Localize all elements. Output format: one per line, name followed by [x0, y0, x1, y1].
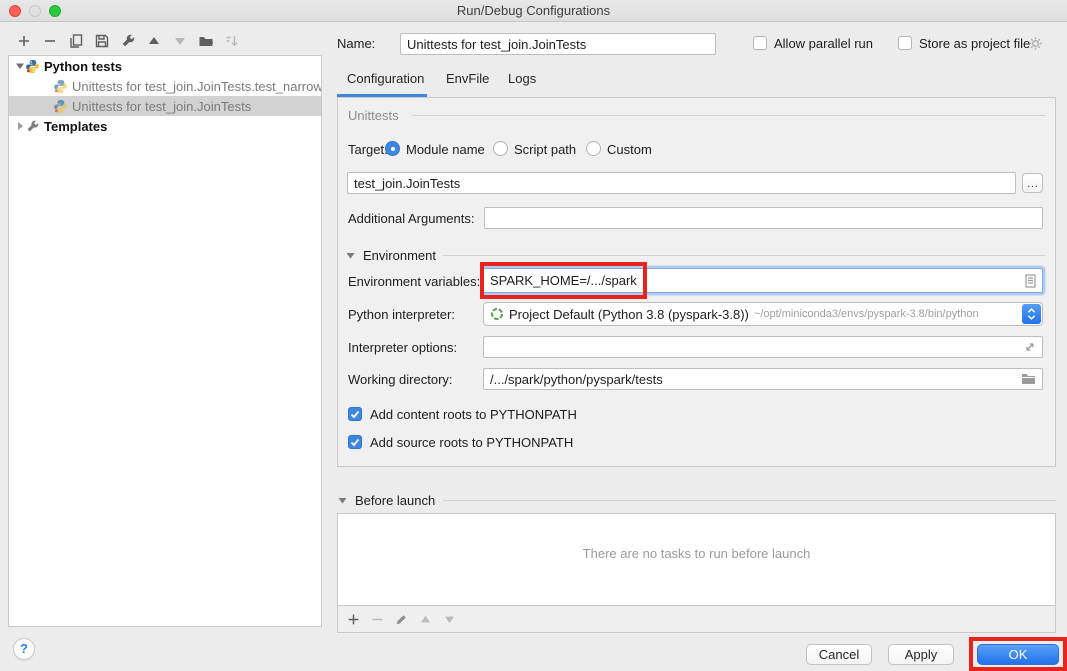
- tree-item-test-narrow[interactable]: Unittests for test_join.JoinTests.test_n…: [9, 76, 321, 96]
- tree-item-label: Unittests for test_join.JoinTests.test_n…: [72, 79, 321, 94]
- environment-variables-label: Environment variables:: [348, 274, 480, 289]
- python-interpreter-label: Python interpreter:: [348, 307, 455, 322]
- tab-configuration[interactable]: Configuration: [347, 71, 424, 86]
- store-as-project-file-label: Store as project file: [919, 36, 1030, 51]
- move-task-down-icon: [443, 613, 456, 626]
- sort-alphabetically-icon: [224, 33, 240, 49]
- tree-group-templates[interactable]: Templates: [9, 116, 321, 136]
- cancel-button[interactable]: Cancel: [806, 644, 872, 665]
- radio-script-path-label: Script path: [514, 142, 576, 157]
- add-source-roots-checkbox[interactable]: [348, 435, 362, 449]
- interpreter-options-input[interactable]: [483, 336, 1043, 358]
- tab-logs[interactable]: Logs: [508, 71, 536, 86]
- run-debug-configurations-dialog: Run/Debug Configurations Pyth: [0, 0, 1067, 671]
- save-configuration-icon[interactable]: [94, 33, 110, 49]
- tree-group-python-tests[interactable]: Python tests: [9, 56, 321, 76]
- unittests-group-title: Unittests: [348, 108, 399, 123]
- title-bar: Run/Debug Configurations: [0, 0, 1067, 22]
- target-label: Target:: [348, 142, 388, 157]
- group-divider: [412, 115, 1045, 116]
- move-task-up-icon: [419, 613, 432, 626]
- before-launch-empty-text: There are no tasks to run before launch: [338, 546, 1055, 561]
- add-task-icon[interactable]: [347, 613, 360, 626]
- allow-parallel-run-label: Allow parallel run: [774, 36, 873, 51]
- conda-environment-icon: [490, 307, 504, 321]
- apply-button[interactable]: Apply: [888, 644, 954, 665]
- add-configuration-icon[interactable]: [16, 33, 32, 49]
- radio-module-name[interactable]: [385, 141, 400, 156]
- tree-templates-label: Templates: [44, 119, 107, 134]
- chevron-expanded-icon[interactable]: [15, 61, 25, 71]
- chevron-collapsed-icon[interactable]: [15, 121, 25, 131]
- templates-wrench-icon: [25, 119, 40, 134]
- radio-script-path[interactable]: [493, 141, 508, 156]
- before-launch-toolbar: [338, 605, 1055, 632]
- before-launch-collapse-icon[interactable]: [338, 496, 347, 505]
- copy-configuration-icon[interactable]: [68, 33, 84, 49]
- configurations-tree: Python tests Unittests for test_join.Joi…: [8, 55, 322, 627]
- help-button[interactable]: ?: [13, 638, 35, 660]
- python-tests-icon: [25, 59, 40, 74]
- group-divider: [443, 500, 1056, 501]
- remove-configuration-icon[interactable]: [42, 33, 58, 49]
- environment-collapse-icon[interactable]: [346, 251, 355, 260]
- new-folder-icon[interactable]: [198, 33, 214, 49]
- store-as-project-file-checkbox[interactable]: [898, 36, 912, 50]
- interpreter-options-label: Interpreter options:: [348, 340, 457, 355]
- tree-item-jointests-selected[interactable]: Unittests for test_join.JoinTests: [9, 96, 321, 116]
- gear-icon[interactable]: [1028, 36, 1043, 51]
- working-directory-input[interactable]: [483, 368, 1043, 390]
- browse-env-vars-icon[interactable]: [1025, 274, 1036, 288]
- red-highlight-env-vars: [480, 262, 647, 299]
- add-content-roots-checkbox[interactable]: [348, 407, 362, 421]
- python-interpreter-select[interactable]: Project Default (Python 3.8 (pyspark-3.8…: [483, 302, 1043, 326]
- before-launch-header: Before launch: [355, 493, 435, 508]
- interpreter-path: ~/opt/miniconda3/envs/pyspark-3.8/bin/py…: [754, 308, 1042, 320]
- remove-task-icon: [371, 613, 384, 626]
- red-highlight-ok-button: [969, 637, 1067, 671]
- expand-field-icon[interactable]: [1024, 341, 1036, 353]
- add-source-roots-label: Add source roots to PYTHONPATH: [370, 435, 573, 450]
- move-up-icon[interactable]: [146, 33, 162, 49]
- edit-templates-icon[interactable]: [120, 33, 136, 49]
- radio-module-name-label: Module name: [406, 142, 485, 157]
- before-launch-tasks-panel: There are no tasks to run before launch: [337, 513, 1056, 633]
- window-title: Run/Debug Configurations: [0, 3, 1067, 18]
- working-directory-label: Working directory:: [348, 372, 453, 387]
- group-divider: [443, 255, 1045, 256]
- folder-icon[interactable]: [1021, 372, 1036, 385]
- name-label: Name:: [337, 36, 375, 51]
- tree-group-label: Python tests: [44, 59, 122, 74]
- additional-arguments-label: Additional Arguments:: [348, 211, 474, 226]
- browse-target-button[interactable]: …: [1022, 173, 1043, 193]
- allow-parallel-run-checkbox[interactable]: [753, 36, 767, 50]
- add-content-roots-label: Add content roots to PYTHONPATH: [370, 407, 577, 422]
- configurations-toolbar: [16, 33, 240, 49]
- select-stepper-icon[interactable]: [1022, 304, 1041, 324]
- radio-custom-label: Custom: [607, 142, 652, 157]
- tab-envfile[interactable]: EnvFile: [446, 71, 489, 86]
- edit-task-icon: [395, 613, 408, 626]
- radio-custom[interactable]: [586, 141, 601, 156]
- python-test-icon: [53, 99, 68, 114]
- interpreter-value: Project Default (Python 3.8 (pyspark-3.8…: [509, 307, 749, 322]
- python-test-icon: [53, 79, 68, 94]
- target-input[interactable]: [347, 172, 1016, 194]
- tree-item-label: Unittests for test_join.JoinTests: [72, 99, 251, 114]
- move-down-icon: [172, 33, 188, 49]
- additional-arguments-input[interactable]: [484, 207, 1043, 229]
- name-input[interactable]: [400, 33, 716, 55]
- environment-header: Environment: [363, 248, 436, 263]
